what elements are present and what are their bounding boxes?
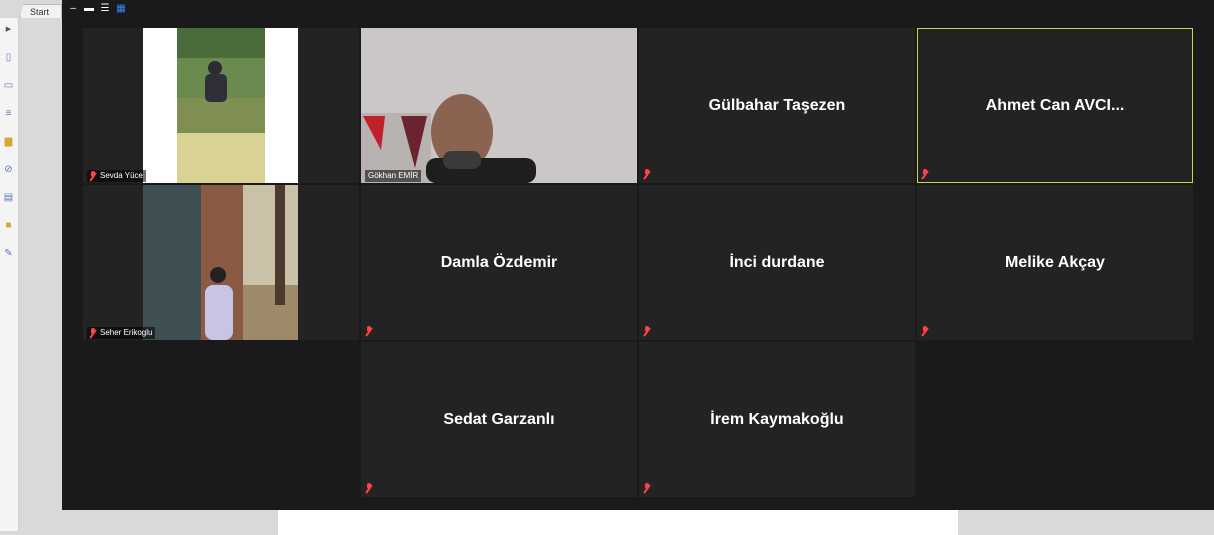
video-frame-image: [143, 185, 298, 340]
participant-caption: Sevda Yüce: [87, 170, 146, 182]
video-gallery-window: – ▬ ☰ ▦ Sevda Yüce Gökhan EMİR Gülbahar …: [62, 0, 1214, 510]
muted-mic-icon: [643, 326, 651, 336]
participant-name: Sedat Garzanlı: [443, 410, 555, 428]
pages-icon[interactable]: ▯: [3, 52, 14, 63]
participant-video: [143, 28, 298, 183]
document-tab-label: Start: [30, 7, 50, 17]
gallery-rows-icon[interactable]: ☰: [100, 4, 110, 14]
participant-name: Gökhan EMİR: [368, 171, 419, 180]
participant-name: İrem Kaymakoğlu: [710, 410, 844, 428]
attachment-icon[interactable]: ⊘: [3, 164, 14, 175]
lock-icon[interactable]: ■: [3, 220, 14, 231]
muted-mic-icon: [643, 169, 651, 179]
participant-caption: Gökhan EMİR: [365, 170, 422, 182]
empty-tile: [917, 342, 1193, 497]
participant-tile[interactable]: Sevda Yüce: [83, 28, 359, 183]
muted-mic-icon: [365, 326, 373, 336]
participant-tile[interactable]: İrem Kaymakoğlu: [639, 342, 915, 497]
view-controls: – ▬ ☰ ▦: [68, 2, 126, 16]
participant-video: [143, 185, 298, 340]
participant-tile[interactable]: Damla Özdemir: [361, 185, 637, 340]
participant-name: Sevda Yüce: [100, 171, 143, 180]
comments-icon[interactable]: ▆: [3, 136, 14, 147]
participant-name: Ahmet Can AVCI...: [985, 96, 1125, 114]
participant-name: Gülbahar Taşezen: [708, 96, 846, 114]
participant-tile[interactable]: Sedat Garzanlı: [361, 342, 637, 497]
participant-tile[interactable]: İnci durdane: [639, 185, 915, 340]
video-frame-image: [177, 28, 265, 183]
tools-icon[interactable]: ✎: [3, 248, 14, 259]
participant-tile[interactable]: Melike Akçay: [917, 185, 1193, 340]
participant-name: Seher Erikoglu: [100, 328, 153, 337]
participant-tile[interactable]: Gökhan EMİR: [361, 28, 637, 183]
muted-mic-icon: [643, 483, 651, 493]
expand-arrow-icon[interactable]: ▶: [3, 24, 14, 35]
muted-mic-icon: [89, 328, 97, 338]
participant-tile-active-speaker[interactable]: Ahmet Can AVCI...: [917, 28, 1193, 183]
video-frame-image: [361, 28, 637, 183]
empty-tile: [83, 342, 359, 497]
participant-video: [361, 28, 637, 183]
participant-name: Damla Özdemir: [440, 253, 558, 271]
minimize-icon[interactable]: –: [68, 4, 78, 14]
participant-name: İnci durdane: [729, 253, 825, 271]
layers-icon[interactable]: ≡: [3, 108, 14, 119]
muted-mic-icon: [921, 326, 929, 336]
page-icon[interactable]: ▭: [3, 80, 14, 91]
left-toolbar: ▶ ▯ ▭ ≡ ▆ ⊘ ▤ ■ ✎: [0, 18, 19, 531]
participant-tile[interactable]: Gülbahar Taşezen: [639, 28, 915, 183]
participant-tile[interactable]: Seher Erikoglu: [83, 185, 359, 340]
muted-mic-icon: [365, 483, 373, 493]
document-tab-start[interactable]: Start: [20, 4, 62, 18]
signatures-icon[interactable]: ▤: [3, 192, 14, 203]
gallery-grid-icon[interactable]: ▦: [116, 4, 126, 14]
participant-caption: Seher Erikoglu: [87, 327, 156, 339]
participant-name: Melike Akçay: [1005, 253, 1105, 271]
muted-mic-icon: [89, 171, 97, 181]
muted-mic-icon: [921, 169, 929, 179]
speaker-view-icon[interactable]: ▬: [84, 4, 94, 14]
